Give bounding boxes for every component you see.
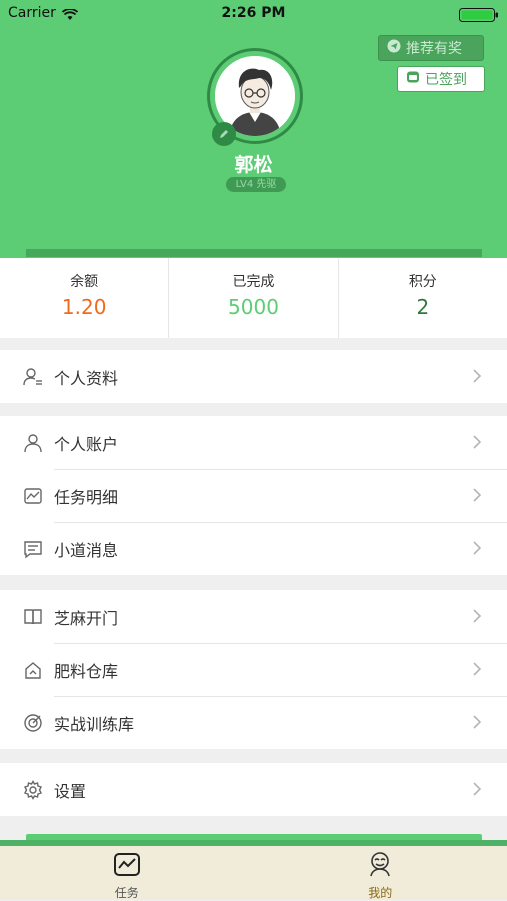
stat-label: 积分 [339,271,507,291]
stat-label: 余额 [0,271,168,291]
stats-panel: 余额 1.20 已完成 5000 积分 2 [0,258,507,338]
send-icon [387,39,401,57]
menu-group-settings: 设置 [0,763,507,816]
recommend-label: 推荐有奖 [406,38,462,58]
tab-bar: 任务 我的 [0,846,507,900]
signed-label: 已签到 [425,69,467,89]
message-icon [22,538,44,560]
target-icon [22,712,44,734]
menu-item-account[interactable]: 个人账户 [0,416,507,469]
calendar-icon [406,70,420,88]
chevron-right-icon [469,714,485,730]
menu-item-open-sesame[interactable]: 芝麻开门 [0,590,507,643]
menu-item-profile[interactable]: 个人资料 [0,350,507,403]
menu-item-settings[interactable]: 设置 [0,763,507,816]
stat-value: 2 [339,295,507,319]
menu-item-label: 设置 [54,778,86,802]
menu-item-training[interactable]: 实战训练库 [0,696,507,749]
recommend-button[interactable]: 推荐有奖 [378,35,484,61]
tab-tasks-label: 任务 [115,884,139,901]
battery-icon [459,7,499,26]
menu-item-warehouse[interactable]: 肥料仓库 [0,643,507,696]
menu-group-profile: 个人资料 [0,350,507,403]
profile-icon [22,366,44,388]
menu-item-label: 肥料仓库 [54,658,118,682]
chevron-right-icon [469,434,485,450]
status-bar: Carrier 2:26 PM [0,0,507,28]
tab-mine[interactable]: 我的 [254,846,507,900]
header-bottom-bar [26,249,482,257]
chevron-right-icon [469,540,485,556]
stat-points[interactable]: 积分 2 [338,258,507,338]
menu-item-task-detail[interactable]: 任务明细 [0,469,507,522]
menu-group-resources: 芝麻开门 肥料仓库 实战训练库 [0,590,507,749]
stat-label: 已完成 [169,271,337,291]
level-badge: LV4 先驱 [226,177,286,192]
chart-icon [22,485,44,507]
menu-item-label: 个人账户 [54,431,118,455]
menu-item-label: 个人资料 [54,365,118,389]
menu-item-label: 小道消息 [54,537,118,561]
chevron-right-icon [469,661,485,677]
menu-item-label: 实战训练库 [54,711,134,735]
user-tab-icon [366,851,394,881]
chevron-right-icon [469,608,485,624]
tab-mine-label: 我的 [368,884,392,901]
menu-item-messages[interactable]: 小道消息 [0,522,507,575]
stat-value: 1.20 [0,295,168,319]
chevron-right-icon [469,781,485,797]
pencil-icon [218,125,230,144]
edit-avatar-button[interactable] [212,122,236,146]
tasks-tab-icon [113,851,141,881]
gear-icon [22,779,44,801]
tab-tasks[interactable]: 任务 [0,846,254,900]
account-icon [22,432,44,454]
book-icon [22,606,44,628]
warehouse-icon [22,659,44,681]
menu-item-label: 芝麻开门 [54,605,118,629]
clock: 2:26 PM [0,5,507,21]
stat-value: 5000 [169,295,337,319]
chevron-right-icon [469,487,485,503]
menu-item-label: 任务明细 [54,484,118,508]
signed-in-button[interactable]: 已签到 [397,66,485,92]
stat-balance[interactable]: 余额 1.20 [0,258,168,338]
stat-completed[interactable]: 已完成 5000 [168,258,337,338]
username: 郭松 [0,150,507,177]
chevron-right-icon [469,368,485,384]
menu-group-account: 个人账户 任务明细 小道消息 [0,416,507,575]
